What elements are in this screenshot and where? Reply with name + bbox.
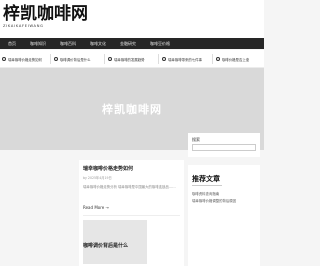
post-excerpt: 瑞幸咖啡价格走势分析 瑞幸咖啡是中国最大的咖啡连锁品…… <box>83 185 176 189</box>
headline-ticker: 瑞幸咖啡价格走势如何 咖啡调价背后是什么 瑞幸咖啡的发展趋势 瑞幸咖啡带来的七件… <box>0 50 264 68</box>
ticker-item[interactable]: 咖啡价格是否上涨 <box>216 55 249 63</box>
nav-item-home[interactable]: 首页 <box>8 41 16 47</box>
ticker-item[interactable]: 咖啡调价背后是什么 <box>54 55 91 63</box>
ticker-item[interactable]: 瑞幸咖啡带来的七件事 <box>162 55 202 63</box>
search-input[interactable] <box>192 144 256 151</box>
ticker-label[interactable]: 咖啡调价背后是什么 <box>60 57 91 62</box>
ticker-divider <box>158 54 159 64</box>
arrow-circle-icon <box>108 57 112 61</box>
ticker-label[interactable]: 瑞幸咖啡价格走势如何 <box>8 57 42 62</box>
arrow-circle-icon <box>54 57 58 61</box>
nav-item-bean-prices[interactable]: 咖啡豆价格 <box>150 41 170 47</box>
ticker-divider <box>50 54 51 64</box>
ticker-label[interactable]: 瑞幸咖啡带来的七件事 <box>168 57 202 62</box>
recommended-divider <box>192 185 222 186</box>
post-title[interactable]: 瑞幸咖啡价格走势如何 <box>83 165 133 172</box>
read-more-label[interactable]: Read More <box>83 205 104 210</box>
main-nav: 首页 咖啡知识 咖啡百科 咖啡文化 金融研究 咖啡豆价格 <box>0 38 264 49</box>
ticker-item[interactable]: 瑞幸咖啡价格走势如何 <box>2 55 42 63</box>
nav-item-coffee-culture[interactable]: 咖啡文化 <box>90 41 106 47</box>
site-logo[interactable]: 梓凯咖啡网 ZIKAIKAFEIWANG <box>3 5 88 35</box>
nav-item-coffee-encyclopedia[interactable]: 咖啡百科 <box>60 41 76 47</box>
arrow-circle-icon <box>216 57 220 61</box>
logo-subtitle: ZIKAIKAFEIWANG <box>3 24 44 28</box>
read-more-link[interactable]: Read More → <box>83 205 109 210</box>
logo-title[interactable]: 梓凯咖啡网 <box>3 5 88 23</box>
post-card: 瑞幸咖啡价格走势如何 by 2025年4月19日 瑞幸咖啡价格走势分析 瑞幸咖啡… <box>79 160 184 266</box>
post-title[interactable]: 咖啡调价背后是什么 <box>83 242 128 249</box>
sidebar-recommended-widget: 推荐文章 咖啡资料查询指南 瑞幸咖啡价格调整的背后原因 <box>188 165 260 266</box>
post-divider <box>83 215 180 216</box>
arrow-circle-icon <box>162 57 166 61</box>
search-label: 搜索 <box>192 137 200 142</box>
ticker-divider <box>104 54 105 64</box>
ticker-label[interactable]: 咖啡价格是否上涨 <box>222 57 249 62</box>
site-header: 梓凯咖啡网 ZIKAIKAFEIWANG <box>0 0 264 38</box>
arrow-circle-icon <box>2 57 6 61</box>
sidebar-search-widget: 搜索 <box>188 133 260 157</box>
recommended-item[interactable]: 瑞幸咖啡价格调整的背后原因 <box>192 198 236 203</box>
post-meta: by 2025年4月19日 <box>83 176 112 180</box>
ticker-label[interactable]: 瑞幸咖啡的发展趋势 <box>114 57 145 62</box>
ticker-divider <box>212 54 213 64</box>
recommended-title: 推荐文章 <box>192 175 220 183</box>
nav-item-coffee-knowledge[interactable]: 咖啡知识 <box>30 41 46 47</box>
hero-title: 梓凯咖啡网 <box>102 103 162 116</box>
recommended-item[interactable]: 咖啡资料查询指南 <box>192 191 219 196</box>
arrow-right-icon: → <box>105 205 109 210</box>
ticker-item[interactable]: 瑞幸咖啡的发展趋势 <box>108 55 145 63</box>
nav-item-finance[interactable]: 金融研究 <box>120 41 136 47</box>
